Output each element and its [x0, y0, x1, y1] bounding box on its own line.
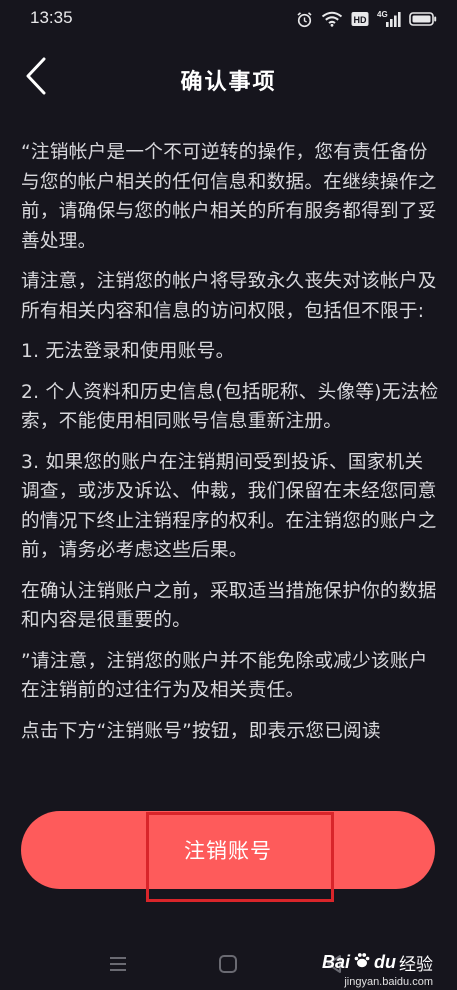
- hd-label: HD: [354, 15, 367, 25]
- paw-icon: [353, 951, 371, 974]
- paragraph-item-3: 3. 如果您的账户在注销期间受到投诉、国家机关调查，或涉及诉讼、仲裁，我们保留在…: [21, 451, 437, 562]
- watermark-brand-suffix: du: [374, 952, 396, 972]
- paragraph-intro: “注销帐户是一个不可逆转的操作，您有责任备份与您的帐户相关的任何信息和数据。在继…: [21, 142, 437, 252]
- paragraph-item-2: 2. 个人资料和历史信息(包括昵称、头像等)无法检索，不能使用相同账号信息重新注…: [21, 381, 439, 433]
- paragraph-notice: 请注意，注销您的帐户将导致永久丧失对该帐户及所有相关内容和信息的访问权限，包括但…: [21, 271, 437, 322]
- paragraph-liability: ”请注意，注销您的账户并不能免除或减少该账户在注销前的过往行为及相关责任。: [21, 650, 428, 702]
- cancel-account-button[interactable]: 注销账号: [21, 811, 435, 889]
- terms-content[interactable]: “注销帐户是一个不可逆转的操作，您有责任备份与您的帐户相关的任何信息和数据。在继…: [21, 138, 441, 802]
- alarm-icon: [296, 11, 313, 28]
- paragraph-consent: 点击下方“注销账号”按钮，即表示您已阅读: [21, 720, 381, 742]
- watermark-label: 经验: [399, 955, 433, 974]
- menu-icon[interactable]: [108, 955, 128, 977]
- status-icons: HD 4G: [296, 9, 437, 29]
- hd-icon: HD: [351, 11, 369, 27]
- battery-icon: [409, 11, 437, 27]
- network-label: 4G: [377, 10, 388, 19]
- watermark-url: jingyan.baidu.com: [344, 976, 433, 988]
- home-icon[interactable]: [218, 954, 238, 978]
- baidu-jingyan-watermark: Bai du 经验 jingyan.baidu.com: [322, 950, 433, 988]
- wifi-icon: [321, 11, 343, 27]
- status-bar: 13:35 HD 4G: [0, 0, 457, 40]
- cancel-account-button-label: 注销账号: [184, 839, 272, 863]
- header: 确认事项: [0, 52, 457, 108]
- status-time: 13:35: [30, 8, 73, 27]
- paragraph-protect-data: 在确认注销账户之前，采取适当措施保护你的数据和内容是很重要的。: [21, 580, 437, 632]
- watermark-brand: Bai: [321, 952, 350, 972]
- page-title: 确认事项: [180, 70, 277, 95]
- signal-4g-icon: 4G: [377, 10, 401, 28]
- paragraph-item-1: 1. 无法登录和使用账号。: [21, 341, 235, 362]
